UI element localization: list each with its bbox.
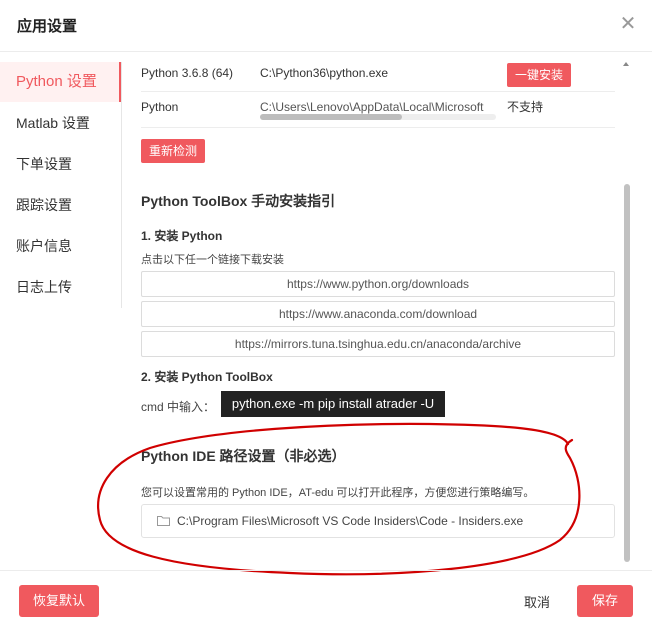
reset-default-button[interactable]: 恢复默认: [19, 585, 99, 617]
settings-dialog: 应用设置 ✕ Python 设置 Matlab 设置 下单设置 跟踪设置 账户信…: [0, 0, 652, 629]
save-button[interactable]: 保存: [577, 585, 633, 617]
hand-drawn-annotation-circle: [97, 422, 581, 576]
cancel-button[interactable]: 取消: [512, 587, 562, 619]
footer-divider: [0, 570, 652, 571]
